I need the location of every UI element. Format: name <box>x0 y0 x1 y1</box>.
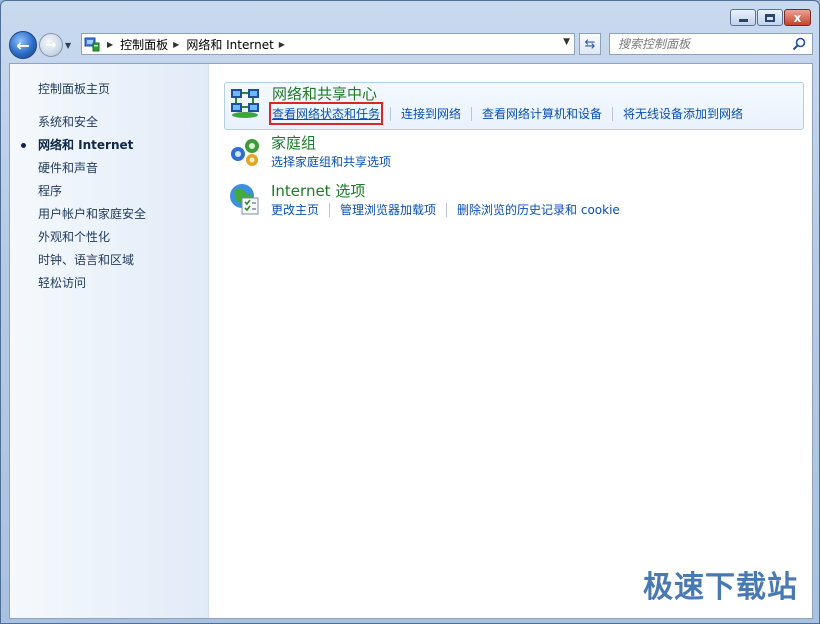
breadcrumb-network-internet[interactable]: 网络和 Internet <box>186 36 273 53</box>
address-bar[interactable]: ▶ 控制面板 ▶ 网络和 Internet ▶ ▼ <box>81 33 575 55</box>
address-dropdown-icon[interactable]: ▼ <box>563 37 570 47</box>
window-caption-buttons: x <box>730 9 811 26</box>
search-input[interactable] <box>618 37 788 51</box>
control-panel-icon <box>84 37 100 52</box>
content-area: 控制面板主页 系统和安全 网络和 Internet 硬件和声音 程序 用户帐户和… <box>9 63 813 619</box>
internet-options-icon <box>230 184 259 215</box>
link-manage-add-ons[interactable]: 管理浏览器加载项 <box>340 201 436 218</box>
sidebar-item-system-security[interactable]: 系统和安全 <box>38 113 98 130</box>
sidebar-item-appearance[interactable]: 外观和个性化 <box>38 228 110 245</box>
link-separator <box>390 106 392 121</box>
sidebar-item-network-internet[interactable]: 网络和 Internet <box>38 136 133 153</box>
category-network-sharing-center: 网络和共享中心 查看网络状态和任务 连接到网络 查看网络计算机和设备 将无线设备… <box>224 82 804 130</box>
close-button[interactable]: x <box>784 9 811 26</box>
back-button[interactable]: ← <box>9 31 37 59</box>
search-icon[interactable] <box>792 37 806 51</box>
minimize-button[interactable] <box>730 9 756 26</box>
category-links: 选择家庭组和共享选项 <box>271 153 391 170</box>
link-view-network-computers[interactable]: 查看网络计算机和设备 <box>482 105 602 122</box>
breadcrumb-separator-icon[interactable]: ▶ <box>107 40 113 49</box>
breadcrumb-separator-icon[interactable]: ▶ <box>173 40 179 49</box>
link-separator <box>471 106 473 121</box>
network-icon <box>231 89 259 118</box>
link-separator <box>446 202 448 217</box>
link-connect-to-network[interactable]: 连接到网络 <box>401 105 461 122</box>
control-panel-window: x ← → ▼ ▶ 控制面板 ▶ 网络和 Internet ▶ ▼ ⇆ 搜索控制… <box>0 0 820 624</box>
category-title[interactable]: 网络和共享中心 <box>272 83 377 104</box>
sidebar-item-clock-language[interactable]: 时钟、语言和区域 <box>38 251 134 268</box>
maximize-icon <box>765 13 775 22</box>
sidebar-item-hardware-sound[interactable]: 硬件和声音 <box>38 159 98 176</box>
category-title[interactable]: Internet 选项 <box>271 180 365 201</box>
link-separator <box>329 202 331 217</box>
sidebar-item-programs[interactable]: 程序 <box>38 182 62 199</box>
forward-arrow-icon: → <box>45 37 57 53</box>
sidebar-item-ease-of-access[interactable]: 轻松访问 <box>38 274 86 291</box>
category-links: 更改主页 管理浏览器加载项 删除浏览的历史记录和 cookie <box>271 201 620 218</box>
breadcrumb-control-panel[interactable]: 控制面板 <box>120 36 168 53</box>
navigation-bar: ← → ▼ ▶ 控制面板 ▶ 网络和 Internet ▶ ▼ ⇆ <box>9 29 813 61</box>
main-panel: 网络和共享中心 查看网络状态和任务 连接到网络 查看网络计算机和设备 将无线设备… <box>210 64 812 618</box>
sidebar-item-user-accounts[interactable]: 用户帐户和家庭安全 <box>38 205 146 222</box>
refresh-button[interactable]: ⇆ <box>579 33 601 55</box>
homegroup-icon <box>231 139 259 166</box>
link-change-home-page[interactable]: 更改主页 <box>271 201 319 218</box>
forward-button[interactable]: → <box>39 33 63 57</box>
sidebar: 控制面板主页 系统和安全 网络和 Internet 硬件和声音 程序 用户帐户和… <box>10 64 209 618</box>
active-bullet-icon <box>21 143 26 148</box>
link-separator <box>612 106 614 121</box>
category-homegroup: 家庭组 选择家庭组和共享选项 <box>224 132 804 172</box>
link-add-wireless-device[interactable]: 将无线设备添加到网络 <box>623 105 743 122</box>
link-homegroup-sharing-options[interactable]: 选择家庭组和共享选项 <box>271 153 391 170</box>
minimize-icon <box>738 19 748 22</box>
sidebar-item-control-panel-home[interactable]: 控制面板主页 <box>38 80 110 97</box>
watermark-logo: 极速下载站 <box>643 570 798 605</box>
back-arrow-icon: ← <box>16 35 30 55</box>
maximize-button[interactable] <box>757 9 783 26</box>
search-box[interactable] <box>609 33 813 55</box>
refresh-icon: ⇆ <box>584 36 596 52</box>
category-internet-options: Internet 选项 更改主页 管理浏览器加载项 删除浏览的历史记录和 coo… <box>224 180 804 220</box>
link-delete-browsing-history[interactable]: 删除浏览的历史记录和 cookie <box>457 201 620 218</box>
recent-pages-dropdown[interactable]: ▼ <box>65 41 75 50</box>
link-view-network-status[interactable]: 查看网络状态和任务 <box>268 102 384 125</box>
breadcrumb-separator-icon[interactable]: ▶ <box>279 40 285 49</box>
category-title[interactable]: 家庭组 <box>271 132 316 153</box>
category-links: 查看网络状态和任务 连接到网络 查看网络计算机和设备 将无线设备添加到网络 <box>268 102 743 125</box>
close-icon: x <box>793 10 802 25</box>
